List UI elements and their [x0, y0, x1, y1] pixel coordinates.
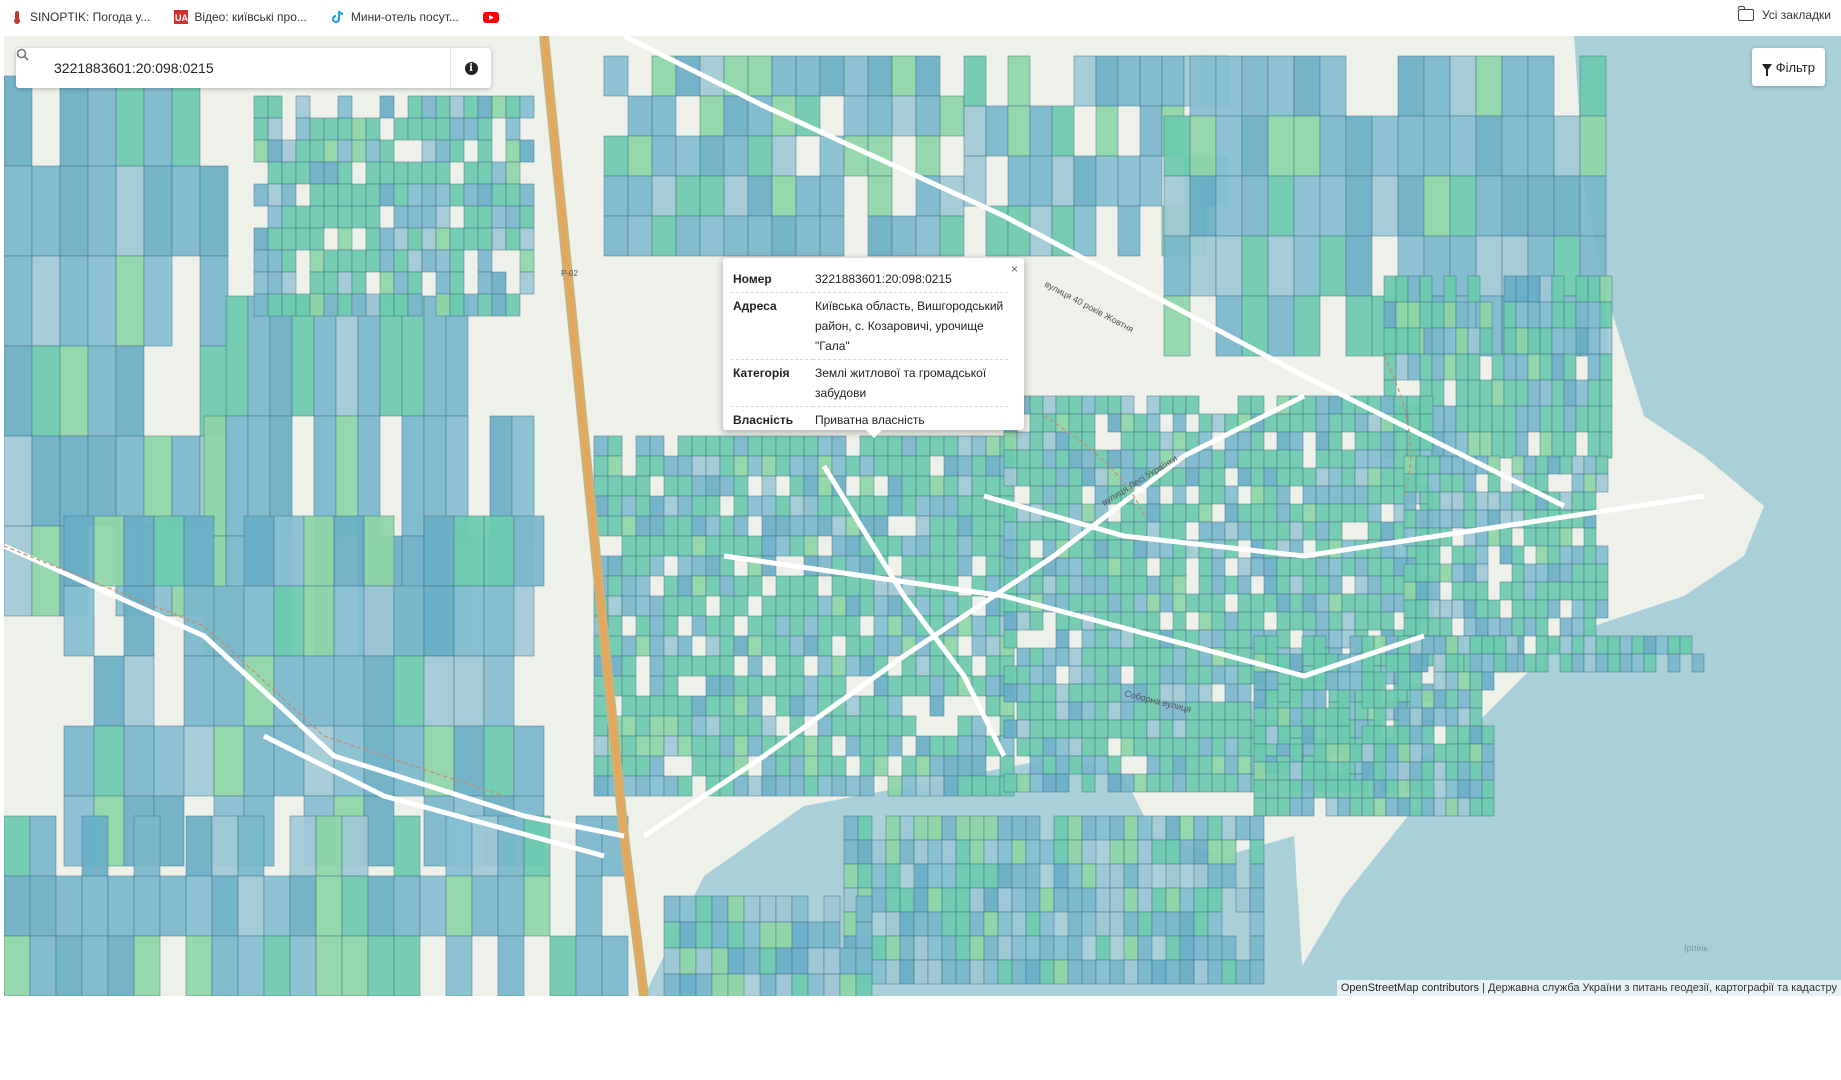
- filter-button[interactable]: Фільтр: [1751, 48, 1825, 86]
- map-attribution: OpenStreetMap contributors | Державна сл…: [1336, 980, 1841, 996]
- parcel-info-table: Номер 3221883601:20:098:0215 Адреса Київ…: [731, 266, 1008, 433]
- table-row: Власність Приватна власність: [731, 407, 1008, 434]
- bookmarks-bar: SINOPTIK: Погода у... UA Відео: київські…: [0, 0, 1841, 34]
- info-button[interactable]: i: [450, 48, 491, 88]
- agency-attribution: Державна служба України з питань геодезі…: [1488, 982, 1837, 994]
- table-row: Категорія Землі житлової та громадської …: [731, 359, 1008, 407]
- parcel-popup: × Номер 3221883601:20:098:0215 Адреса Ки…: [723, 258, 1024, 438]
- bookmark-video[interactable]: UA Відео: київські про...: [174, 10, 307, 24]
- ua-logo-icon: UA: [174, 10, 189, 24]
- search-input[interactable]: [52, 52, 436, 84]
- folder-icon: [1737, 6, 1754, 21]
- close-icon[interactable]: ×: [1011, 262, 1018, 276]
- table-row: Адреса Київська область, Вишгородський р…: [731, 292, 1008, 360]
- tiktok-icon: [331, 10, 345, 24]
- svg-text:UA: UA: [175, 13, 188, 23]
- bookmark-label: SINOPTIK: Погода у...: [30, 10, 151, 24]
- row-key: Номер: [731, 266, 813, 293]
- row-value: 3221883601:20:098:0215: [813, 266, 1008, 293]
- all-bookmarks-button[interactable]: Усі закладки: [1737, 6, 1831, 22]
- filter-label: Фільтр: [1775, 59, 1815, 75]
- row-value: Київська область, Вишгородський район, с…: [813, 292, 1008, 360]
- filter-icon: [1761, 63, 1772, 76]
- row-key: Категорія: [731, 359, 813, 407]
- osm-attribution-link[interactable]: OpenStreetMap contributors: [1341, 982, 1479, 994]
- river-label: Ірпінь: [1684, 943, 1708, 953]
- youtube-icon: [482, 10, 499, 24]
- road-number-label: Р-02: [561, 269, 578, 278]
- search-icon: [16, 48, 52, 88]
- bookmark-youtube[interactable]: [482, 10, 503, 24]
- map-view[interactable]: вулиця 40 років Жовтня вулиця Лесі Украї…: [4, 36, 1841, 996]
- info-icon: i: [464, 61, 478, 75]
- table-row: Номер 3221883601:20:098:0215: [731, 266, 1008, 293]
- row-value: Приватна власність: [815, 413, 925, 427]
- row-key: Адреса: [731, 292, 813, 360]
- bookmark-sinoptik[interactable]: SINOPTIK: Погода у...: [10, 10, 150, 24]
- cadastral-map[interactable]: вулиця 40 років Жовтня вулиця Лесі Украї…: [4, 36, 1841, 996]
- bookmark-hotel[interactable]: Мини-отель посут...: [331, 10, 459, 24]
- row-key: Власність: [733, 413, 794, 427]
- row-value: Землі житлової та громадської забудови: [813, 359, 1008, 407]
- bookmark-label: Мини-отель посут...: [350, 10, 459, 24]
- bookmark-label: Відео: київські про...: [194, 10, 307, 24]
- all-bookmarks-label: Усі закладки: [1761, 8, 1831, 22]
- search-bar: i: [16, 48, 491, 88]
- thermometer-icon: [10, 10, 24, 24]
